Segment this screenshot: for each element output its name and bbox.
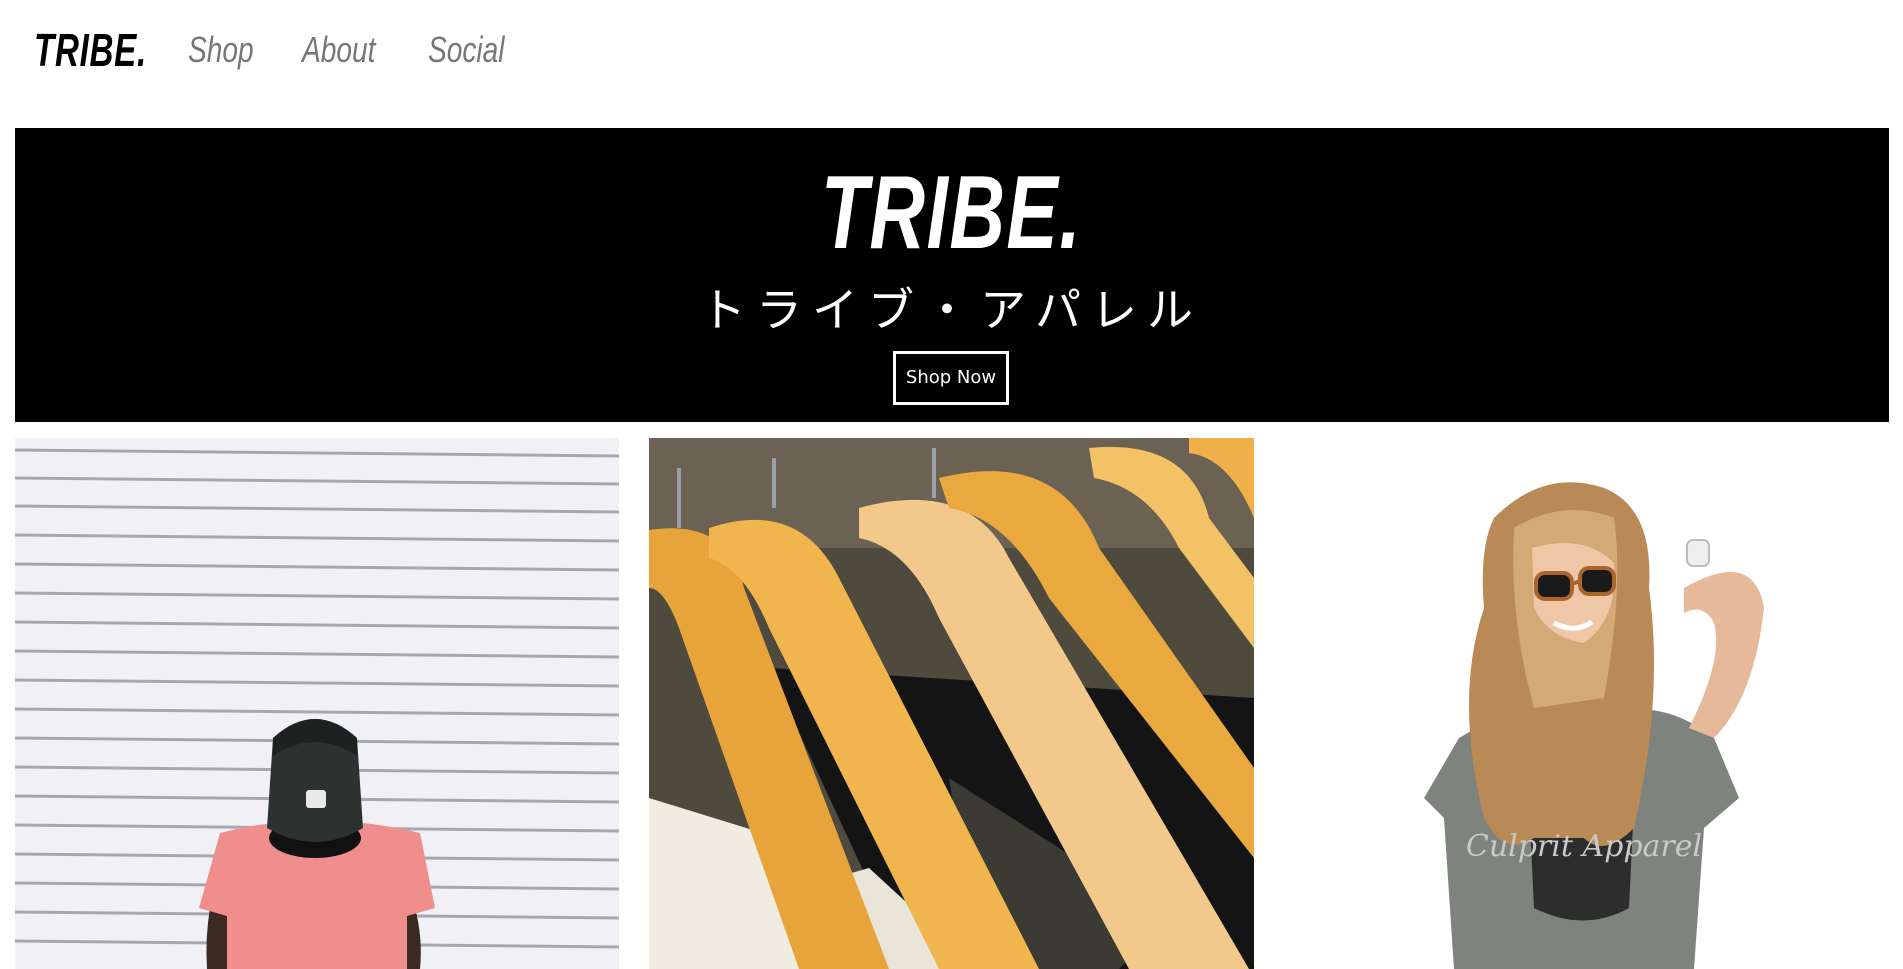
- hangers-illustration: [649, 438, 1254, 969]
- hero-title: TRIBE.: [820, 155, 1083, 271]
- hero-subtitle: トライブ・アパレル: [699, 283, 1204, 337]
- nav-link-about[interactable]: About: [302, 28, 375, 72]
- gallery-image-hangers[interactable]: [649, 438, 1254, 969]
- gallery-image-man-in-cap[interactable]: [15, 438, 619, 969]
- top-nav: TRIBE. Shop About Social: [0, 0, 1903, 100]
- page: TRIBE. Shop About Social TRIBE. トライブ・アパレ…: [0, 0, 1903, 969]
- nav-link-shop[interactable]: Shop: [188, 28, 254, 72]
- woman-sunglasses-illustration: Culprit Apparel: [1284, 438, 1888, 969]
- gallery-image-woman-sunglasses[interactable]: Culprit Apparel: [1284, 438, 1888, 969]
- brand-logo[interactable]: TRIBE.: [34, 22, 147, 78]
- shirt-graphic-text: Culprit Apparel: [1466, 829, 1702, 864]
- nav-link-social[interactable]: Social: [428, 28, 504, 72]
- shop-now-button[interactable]: Shop Now: [893, 351, 1009, 405]
- man-in-cap-illustration: [15, 438, 619, 969]
